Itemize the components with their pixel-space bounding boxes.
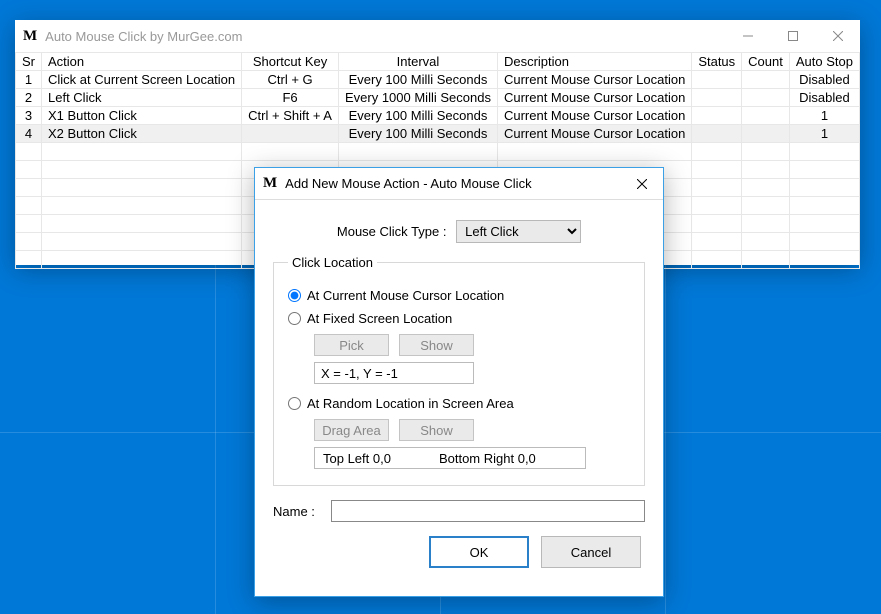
ok-button[interactable]: OK <box>429 536 529 568</box>
main-title: Auto Mouse Click by MurGee.com <box>45 29 242 44</box>
main-titlebar[interactable]: M Auto Mouse Click by MurGee.com <box>15 20 860 52</box>
dialog-title: Add New Mouse Action - Auto Mouse Click <box>285 176 531 191</box>
radio-current-cursor[interactable] <box>288 289 301 302</box>
col-autostop[interactable]: Auto Stop <box>789 53 859 71</box>
fixed-xy-box: X = -1, Y = -1 <box>314 362 474 384</box>
random-bottomright: Bottom Right 0,0 <box>439 451 536 466</box>
table-row[interactable]: 4X2 Button ClickEvery 100 Milli SecondsC… <box>16 125 860 143</box>
click-type-select[interactable]: Left Click <box>456 220 581 243</box>
col-count[interactable]: Count <box>742 53 790 71</box>
cancel-button[interactable]: Cancel <box>541 536 641 568</box>
show-random-button[interactable]: Show <box>399 419 474 441</box>
minimize-button[interactable] <box>725 20 770 52</box>
table-row[interactable]: 1Click at Current Screen LocationCtrl + … <box>16 71 860 89</box>
random-topleft: Top Left 0,0 <box>323 451 391 466</box>
app-icon: M <box>23 28 37 45</box>
add-action-dialog: M Add New Mouse Action - Auto Mouse Clic… <box>254 167 664 597</box>
dialog-close-button[interactable] <box>621 168 663 200</box>
radio-fixed-location[interactable] <box>288 312 301 325</box>
table-row[interactable]: 2Left ClickF6Every 1000 Milli SecondsCur… <box>16 89 860 107</box>
click-location-group: Click Location At Current Mouse Cursor L… <box>273 255 645 486</box>
col-shortcut[interactable]: Shortcut Key <box>242 53 339 71</box>
radio-random-location[interactable] <box>288 397 301 410</box>
name-label: Name : <box>273 504 321 519</box>
table-row[interactable]: 3X1 Button ClickCtrl + Shift + AEvery 10… <box>16 107 860 125</box>
radio-random-label: At Random Location in Screen Area <box>307 396 514 411</box>
drag-area-button[interactable]: Drag Area <box>314 419 389 441</box>
show-fixed-button[interactable]: Show <box>399 334 474 356</box>
close-button[interactable] <box>815 20 860 52</box>
random-area-box: Top Left 0,0 Bottom Right 0,0 <box>314 447 586 469</box>
maximize-button[interactable] <box>770 20 815 52</box>
radio-fixed-label: At Fixed Screen Location <box>307 311 452 326</box>
radio-current-label: At Current Mouse Cursor Location <box>307 288 504 303</box>
click-type-label: Mouse Click Type : <box>337 224 447 239</box>
fixed-xy-value: X = -1, Y = -1 <box>321 366 398 381</box>
col-status[interactable]: Status <box>692 53 742 71</box>
pick-button[interactable]: Pick <box>314 334 389 356</box>
col-desc[interactable]: Description <box>497 53 691 71</box>
col-sr[interactable]: Sr <box>16 53 42 71</box>
name-input[interactable] <box>331 500 645 522</box>
dialog-titlebar[interactable]: M Add New Mouse Action - Auto Mouse Clic… <box>255 168 663 200</box>
app-icon: M <box>263 175 277 192</box>
col-interval[interactable]: Interval <box>338 53 497 71</box>
click-location-legend: Click Location <box>288 255 377 270</box>
table-row[interactable] <box>16 143 860 161</box>
col-action[interactable]: Action <box>42 53 242 71</box>
